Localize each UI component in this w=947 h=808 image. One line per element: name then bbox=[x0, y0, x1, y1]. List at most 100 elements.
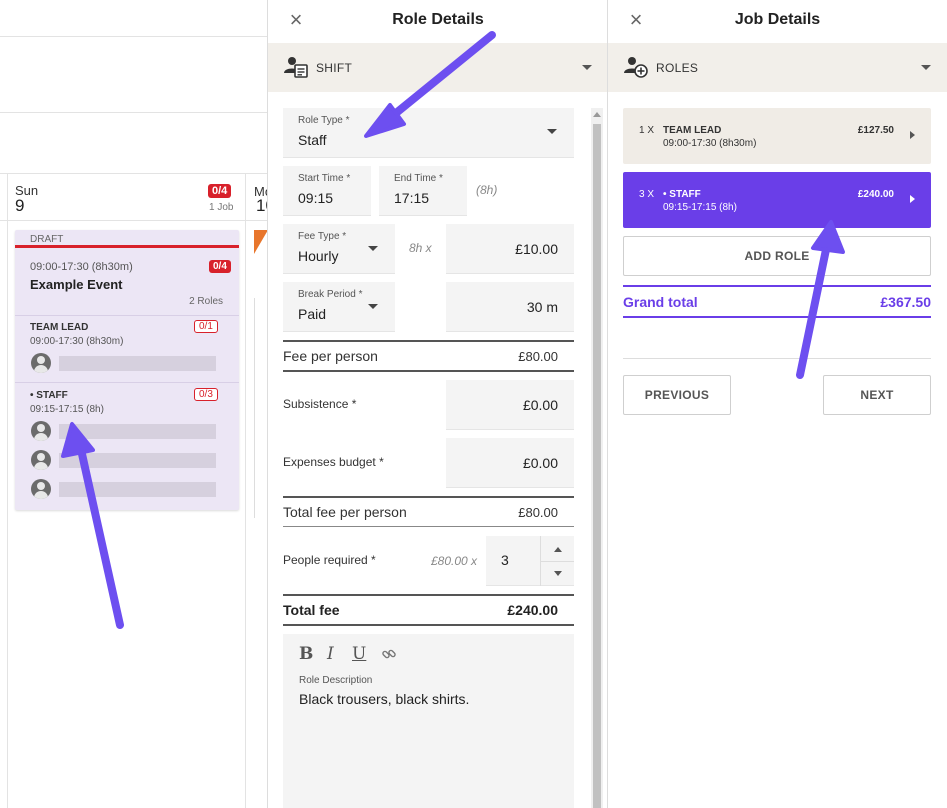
day-header-sun[interactable]: Sun 9 bbox=[15, 183, 38, 214]
unfilled-slot[interactable] bbox=[31, 479, 216, 499]
avatar-placeholder-icon bbox=[31, 421, 51, 441]
link-icon[interactable] bbox=[381, 646, 397, 662]
expenses-field[interactable]: £0.00 bbox=[446, 438, 574, 488]
bold-button[interactable]: B bbox=[299, 644, 313, 664]
panel-header: × Job Details bbox=[608, 0, 947, 43]
underline-button[interactable]: U bbox=[352, 644, 366, 664]
next-day-card[interactable] bbox=[254, 298, 268, 518]
field-label: Role Type * bbox=[298, 115, 350, 126]
field-value: 09:15 bbox=[298, 190, 334, 206]
job-role-item-selected[interactable]: 3 X • STAFF 09:15-17:15 (8h) £240.00 bbox=[623, 172, 931, 228]
decrement-icon[interactable] bbox=[554, 571, 562, 576]
field-value: £10.00 bbox=[515, 240, 558, 257]
next-button[interactable]: NEXT bbox=[823, 375, 931, 415]
start-time-field[interactable]: Start Time * 09:15 bbox=[283, 166, 371, 216]
event-time: 09:00-17:30 (8h30m) bbox=[30, 261, 133, 273]
role-description-text[interactable]: Black trousers, black shirts. bbox=[299, 691, 469, 707]
role-time: 09:15-17:15 (8h) bbox=[30, 404, 104, 415]
chevron-down-icon bbox=[368, 304, 378, 309]
total-fee-per-person-value: £80.00 bbox=[518, 505, 558, 520]
day-number: 9 bbox=[15, 196, 25, 215]
chevron-down-icon bbox=[368, 246, 378, 251]
job-role-item[interactable]: 1 X TEAM LEAD 09:00-17:30 (8h30m) £127.5… bbox=[623, 108, 931, 164]
roles-section-header[interactable]: ROLES bbox=[608, 43, 947, 92]
day-staffing-badge: 0/4 bbox=[208, 184, 232, 198]
scroll-up-icon[interactable] bbox=[593, 112, 601, 117]
chevron-down-icon bbox=[547, 129, 557, 134]
field-value: 30 m bbox=[526, 298, 558, 315]
calendar-column-line bbox=[7, 174, 8, 808]
chevron-down-icon[interactable] bbox=[921, 65, 931, 70]
role-description-editor[interactable]: B I U Role Description Black trousers, b… bbox=[283, 634, 574, 808]
break-minutes-field[interactable]: 30 m bbox=[446, 282, 574, 332]
role-time: 09:00-17:30 (8h30m) bbox=[30, 336, 124, 347]
total-fee-value: £240.00 bbox=[507, 602, 558, 618]
field-value: Staff bbox=[298, 132, 327, 148]
total-fee-label: Total fee bbox=[283, 602, 340, 618]
role-staffing-badge: 0/3 bbox=[194, 388, 218, 401]
avatar-placeholder-icon bbox=[31, 353, 51, 373]
unfilled-slot[interactable] bbox=[31, 353, 216, 373]
divider bbox=[283, 526, 574, 527]
event-staffing-badge: 0/4 bbox=[209, 260, 231, 273]
divider bbox=[283, 496, 574, 498]
role-staffing-badge: 0/1 bbox=[194, 320, 218, 333]
role-quantity: 1 X bbox=[639, 125, 655, 136]
calendar-divider bbox=[0, 36, 268, 37]
divider bbox=[283, 340, 574, 342]
increment-icon[interactable] bbox=[554, 547, 562, 552]
subsistence-label: Subsistence * bbox=[283, 397, 357, 411]
role-type-select[interactable]: Role Type * Staff bbox=[283, 108, 574, 158]
quantity-stepper[interactable] bbox=[540, 536, 574, 586]
fee-per-person-value: £80.00 bbox=[518, 349, 558, 364]
shift-section-header[interactable]: SHIFT bbox=[268, 43, 608, 92]
section-label: ROLES bbox=[656, 61, 699, 75]
shift-icon bbox=[284, 57, 308, 78]
event-status-bar bbox=[15, 245, 239, 248]
role-name: TEAM LEAD bbox=[663, 125, 722, 136]
field-value: 17:15 bbox=[394, 190, 430, 206]
subsistence-field[interactable]: £0.00 bbox=[446, 380, 574, 430]
day-jobs-count: 1 Job bbox=[209, 202, 234, 213]
calendar-divider bbox=[0, 112, 268, 113]
editor-label: Role Description bbox=[299, 675, 373, 686]
calendar-view: Sun 9 0/4 1 Job Mo 10 DRAFT 09:00-17:30 … bbox=[0, 0, 268, 808]
field-value: Hourly bbox=[298, 248, 339, 264]
fee-amount-field[interactable]: £10.00 bbox=[446, 224, 574, 274]
fee-type-select[interactable]: Fee Type * Hourly bbox=[283, 224, 395, 274]
expenses-label: Expenses budget * bbox=[283, 455, 384, 469]
role-name-team-lead: TEAM LEAD bbox=[30, 322, 89, 333]
linked-event-icon bbox=[254, 230, 268, 254]
unfilled-slot[interactable] bbox=[31, 421, 216, 441]
role-form-scrollbar[interactable] bbox=[591, 108, 603, 808]
event-card[interactable]: DRAFT 09:00-17:30 (8h30m) 0/4 Example Ev… bbox=[15, 230, 239, 510]
calendar-divider bbox=[0, 220, 268, 221]
unfilled-slot[interactable] bbox=[31, 450, 216, 470]
field-value: Paid bbox=[298, 306, 327, 322]
field-value: £0.00 bbox=[522, 454, 558, 471]
divider bbox=[283, 370, 574, 372]
field-value: 3 bbox=[501, 552, 509, 568]
scroll-thumb[interactable] bbox=[593, 124, 601, 808]
event-divider bbox=[15, 382, 239, 383]
previous-button[interactable]: PREVIOUS bbox=[623, 375, 731, 415]
chevron-right-icon bbox=[910, 195, 915, 203]
role-time: 09:15-17:15 (8h) bbox=[663, 202, 737, 213]
event-status: DRAFT bbox=[30, 234, 64, 245]
grand-total: Grand total £367.50 bbox=[623, 285, 931, 318]
field-label: Fee Type * bbox=[298, 231, 347, 242]
section-label: SHIFT bbox=[316, 61, 353, 75]
people-multiplier: £80.00 x bbox=[431, 554, 478, 568]
end-time-field[interactable]: End Time * 17:15 bbox=[379, 166, 467, 216]
shift-duration: (8h) bbox=[476, 183, 498, 197]
italic-button[interactable]: I bbox=[327, 644, 334, 664]
grand-total-value: £367.50 bbox=[880, 294, 931, 310]
panel-header: × Role Details bbox=[268, 0, 608, 43]
calendar-column-line bbox=[245, 174, 246, 808]
field-value: £0.00 bbox=[522, 396, 558, 413]
break-period-select[interactable]: Break Period * Paid bbox=[283, 282, 395, 332]
fee-per-person-label: Fee per person bbox=[283, 348, 378, 364]
add-role-button[interactable]: ADD ROLE bbox=[623, 236, 931, 276]
chevron-down-icon[interactable] bbox=[582, 65, 592, 70]
chevron-right-icon bbox=[910, 131, 915, 139]
